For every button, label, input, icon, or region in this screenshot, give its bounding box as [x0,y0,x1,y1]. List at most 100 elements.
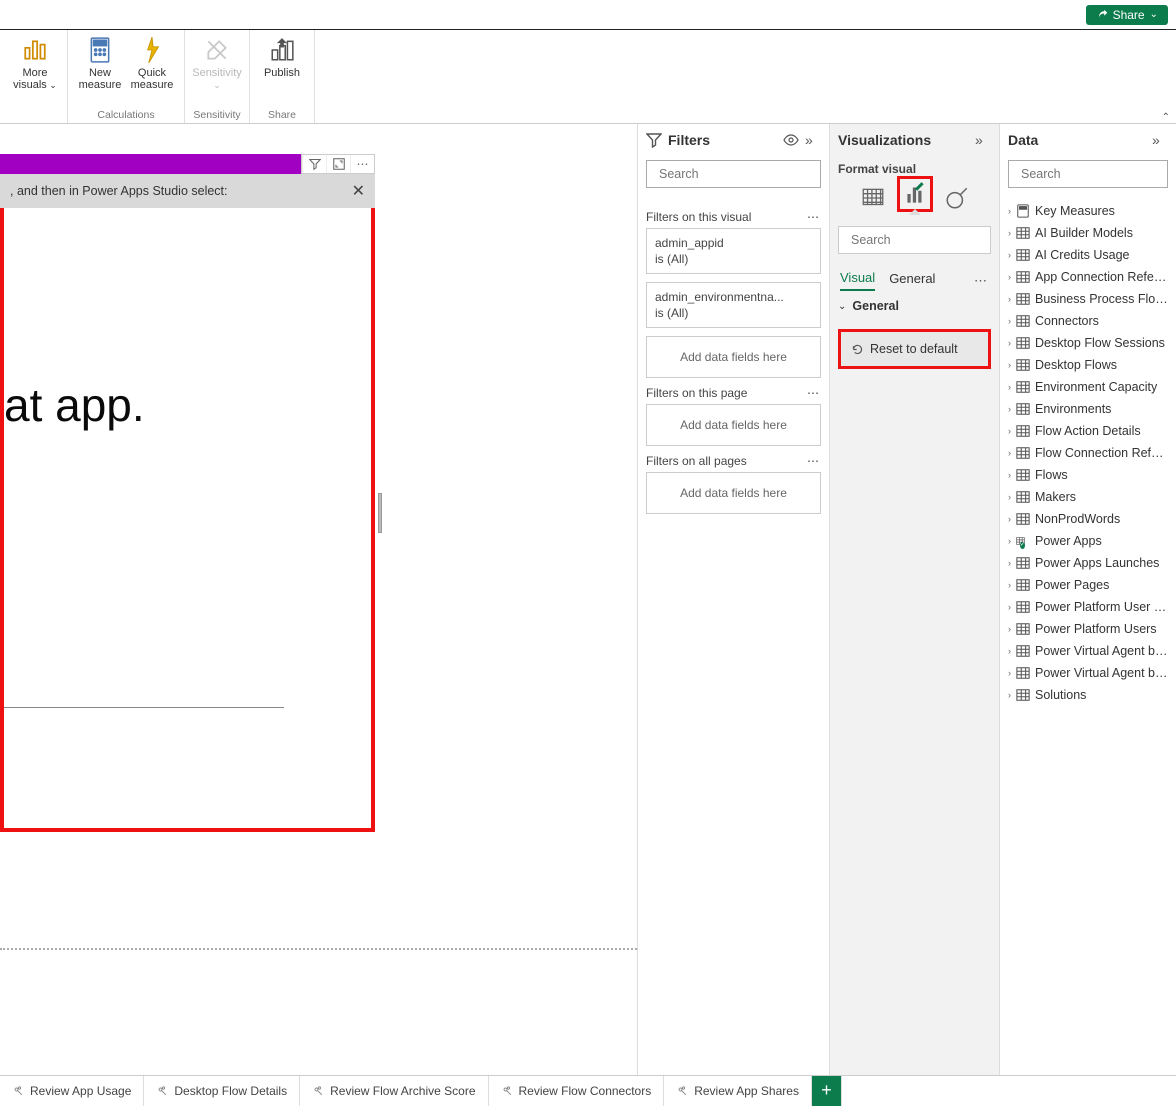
chevron-right-icon: › [1008,668,1011,678]
page-tab[interactable]: Review Flow Connectors [489,1076,665,1106]
table-item[interactable]: › AI Credits Usage [1000,244,1176,266]
table-item[interactable]: › Flow Connection Refer... [1000,442,1176,464]
table-item[interactable]: › Power Virtual Agent bo... [1000,662,1176,684]
more-icon[interactable]: ⋯ [807,210,821,224]
chevron-right-icon: › [1008,250,1011,260]
page-tab[interactable]: Review App Shares [664,1076,812,1106]
table-item[interactable]: › Solutions [1000,684,1176,706]
page-tab[interactable]: Review Flow Archive Score [300,1076,488,1106]
analytics-tab[interactable] [939,180,975,216]
canvas-boundary [0,948,637,950]
filters-on-visual-header: Filters on this visual ⋯ [646,210,821,224]
table-item[interactable]: › ✓ Power Apps [1000,530,1176,552]
chevron-right-icon: › [1008,206,1011,216]
group-label: Sensitivity [191,109,243,123]
table-item[interactable]: › Business Process Flows [1000,288,1176,310]
table-icon [1016,688,1030,702]
chevron-right-icon: › [1008,602,1011,612]
filter-field-state: is (All) [655,305,812,321]
table-name: Power Apps [1035,534,1168,548]
resize-handle[interactable] [378,493,382,533]
reset-icon [851,343,864,356]
report-canvas[interactable]: ⋯ , and then in Power Apps Studio select… [0,124,637,1075]
chevron-right-icon: › [1008,338,1011,348]
more-options-icon[interactable]: ⋯ [350,155,374,173]
table-item[interactable]: › Connectors [1000,310,1176,332]
reset-to-default-button[interactable]: Reset to default [838,329,991,369]
table-icon: ✓ [1016,534,1030,548]
table-item[interactable]: › Power Platform User Ro... [1000,596,1176,618]
table-name: Solutions [1035,688,1168,702]
chevron-right-icon: › [1008,536,1011,546]
table-icon [1016,358,1030,372]
chevron-right-icon: › [1008,514,1011,524]
filter-card[interactable]: admin_appid is (All) [646,228,821,274]
collapse-pane-icon[interactable]: » [975,132,991,148]
table-item[interactable]: › Environments [1000,398,1176,420]
section-title: Filters on all pages [646,454,747,468]
table-icon [1016,490,1030,504]
table-item[interactable]: › Power Virtual Agent bots [1000,640,1176,662]
drop-zone[interactable]: Add data fields here [646,472,821,514]
table-item[interactable]: › Power Apps Launches [1000,552,1176,574]
hidden-icon [156,1085,168,1097]
table-item[interactable]: › AI Builder Models [1000,222,1176,244]
eye-icon[interactable] [783,132,799,148]
chevron-right-icon: › [1008,426,1011,436]
more-icon[interactable]: ⋯ [807,386,821,400]
filters-search[interactable] [646,160,821,188]
selected-visual[interactable]: ⋯ , and then in Power Apps Studio select… [0,154,375,832]
new-measure-button[interactable]: Newmeasure [74,36,126,109]
format-visual-tab[interactable] [897,176,933,212]
visual-tab[interactable]: Visual [840,270,875,291]
search-input[interactable] [851,233,1012,247]
page-tab[interactable]: Desktop Flow Details [144,1076,300,1106]
ribbon: Morevisuals ⌄ Newmeasure Quickmeasure Ca… [0,30,1176,124]
collapse-ribbon-icon[interactable]: ⌃ [1162,112,1170,123]
table-item[interactable]: › NonProdWords [1000,508,1176,530]
quick-measure-button[interactable]: Quickmeasure [126,36,178,109]
table-icon [1016,512,1030,526]
search-input[interactable] [659,167,820,181]
share-button[interactable]: Share ⌄ [1086,5,1168,25]
build-visual-tab[interactable] [855,180,891,216]
close-icon[interactable]: ✕ [352,181,365,201]
chevron-right-icon: › [1008,404,1011,414]
label: Publish [264,67,300,79]
search-input[interactable] [1021,167,1176,181]
table-item[interactable]: › Environment Capacity [1000,376,1176,398]
drop-zone[interactable]: Add data fields here [646,336,821,378]
collapse-pane-icon[interactable]: » [1152,132,1168,148]
general-group[interactable]: ⌄ General [830,293,999,319]
group-label [9,121,61,123]
table-item[interactable]: › Makers [1000,486,1176,508]
table-name: Power Virtual Agent bo... [1035,666,1168,680]
table-name: NonProdWords [1035,512,1168,526]
publish-button[interactable]: Publish [256,36,308,109]
viz-search[interactable] [838,226,991,254]
table-item[interactable]: › Power Platform Users [1000,618,1176,640]
collapse-pane-icon[interactable]: » [805,132,821,148]
table-item[interactable]: › Desktop Flow Sessions [1000,332,1176,354]
table-item[interactable]: › Flow Action Details [1000,420,1176,442]
data-search[interactable] [1008,160,1168,188]
reset-label: Reset to default [870,342,958,356]
drop-zone[interactable]: Add data fields here [646,404,821,446]
filter-card[interactable]: admin_environmentna... is (All) [646,282,821,328]
focus-mode-icon[interactable] [326,155,350,173]
page-tab[interactable]: Review App Usage [0,1076,144,1106]
more-icon[interactable]: ⋯ [974,273,989,289]
table-item[interactable]: › Flows [1000,464,1176,486]
table-item[interactable]: › App Connection Refere... [1000,266,1176,288]
table-item[interactable]: › Key Measures [1000,200,1176,222]
add-page-button[interactable]: + [812,1076,842,1106]
filter-icon[interactable] [302,155,326,173]
table-icon [1016,556,1030,570]
table-item[interactable]: › Power Pages [1000,574,1176,596]
table-item[interactable]: › Desktop Flows [1000,354,1176,376]
more-visuals-button[interactable]: Morevisuals ⌄ [9,36,61,121]
general-tab[interactable]: General [889,271,935,290]
more-icon[interactable]: ⋯ [807,454,821,468]
table-icon [1016,644,1030,658]
general-label: General [852,299,899,313]
